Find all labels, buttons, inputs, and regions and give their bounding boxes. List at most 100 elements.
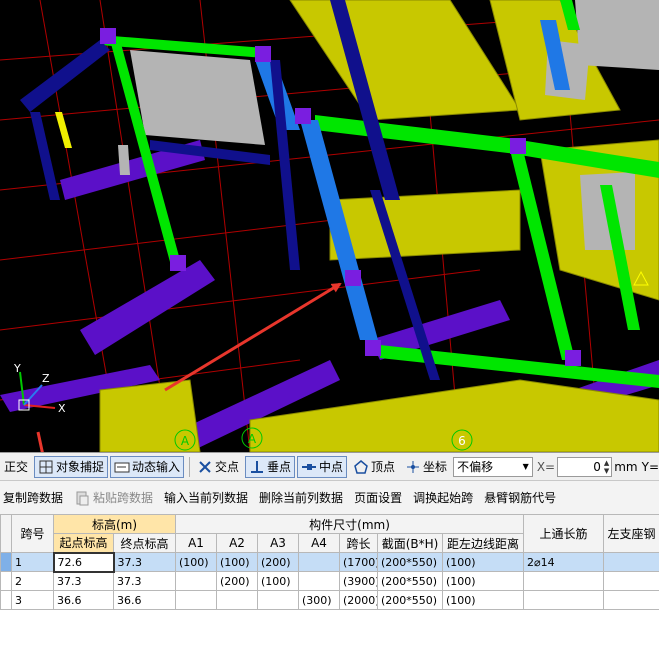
x-coordinate-label: X= xyxy=(536,459,556,474)
3d-viewport[interactable]: A A 6 Y X Z xyxy=(0,0,659,452)
span-data-table: 跨号 标高(m) 构件尺寸(mm) 上通长筋 左支座钢 起点标高 终点标高 A1… xyxy=(0,514,659,610)
column-header[interactable]: 距左边线距离 xyxy=(441,533,525,553)
row-indicator[interactable] xyxy=(0,552,12,572)
table-row[interactable]: 1 72.6 37.3 (100) (100) (200) (1700) (20… xyxy=(0,551,659,573)
perpendicular-snap[interactable]: 垂点 xyxy=(245,455,296,478)
page-setup-button[interactable]: 页面设置 xyxy=(351,489,405,506)
column-header[interactable]: A4 xyxy=(298,533,340,553)
paste-span-button[interactable]: 粘贴跨数据 xyxy=(71,489,156,506)
end-elevation-cell[interactable]: 37.3 xyxy=(113,571,176,591)
a1-cell[interactable] xyxy=(175,590,217,610)
section-cell[interactable]: (200*550) xyxy=(377,552,443,572)
a2-cell[interactable] xyxy=(216,590,258,610)
span-length-cell[interactable]: (1700) xyxy=(339,552,378,572)
start-elevation-cell[interactable]: 37.3 xyxy=(53,571,114,591)
top-rebar-cell[interactable]: 2⌀14 xyxy=(523,552,605,572)
delete-column-label: 删除当前列数据 xyxy=(259,491,344,505)
vertex-snap[interactable]: 顶点 xyxy=(349,456,399,478)
section-cell[interactable]: (200*550) xyxy=(377,571,443,591)
row-indicator[interactable] xyxy=(0,571,12,591)
column-header[interactable]: 终点标高 xyxy=(113,533,176,553)
spinner-icon[interactable]: ▲ ▼ xyxy=(604,459,609,475)
dynamic-input-toggle[interactable]: 动态输入 xyxy=(110,455,185,478)
top-rebar-cell[interactable] xyxy=(523,571,605,591)
cantilever-code-label: 悬臂钢筋代号 xyxy=(484,491,557,505)
input-column-label: 输入当前列数据 xyxy=(164,491,249,505)
grid-marker-a1: A xyxy=(181,434,190,448)
a4-cell[interactable]: (300) xyxy=(298,590,340,610)
a3-cell[interactable] xyxy=(257,590,299,610)
object-snap-label: 对象捕捉 xyxy=(56,460,105,474)
axis-label-y: Y xyxy=(13,362,21,375)
start-elevation-cell[interactable]: 36.6 xyxy=(53,590,114,610)
span-number-cell[interactable]: 1 xyxy=(11,552,54,572)
perpendicular-icon xyxy=(251,460,263,473)
span-length-cell[interactable]: (2000) xyxy=(339,590,378,610)
end-elevation-cell[interactable]: 36.6 xyxy=(113,590,176,610)
model-canvas[interactable]: A A 6 Y X Z xyxy=(0,0,659,452)
left-distance-cell[interactable]: (100) xyxy=(441,552,525,572)
column-header[interactable]: A2 xyxy=(216,533,258,553)
column-header[interactable]: 跨长 xyxy=(339,533,378,553)
vertex-icon xyxy=(354,459,368,474)
start-elevation-cell[interactable]: 72.6 xyxy=(52,551,115,573)
coordinate-icon xyxy=(407,460,420,473)
x-unit-label: mm xyxy=(614,459,638,474)
a1-cell[interactable]: (100) xyxy=(175,552,217,572)
x-coordinate-input[interactable]: 0 ▲ ▼ xyxy=(557,456,613,477)
a3-cell[interactable]: (200) xyxy=(257,552,299,572)
object-snap-toggle[interactable]: 对象捕捉 xyxy=(34,455,109,478)
adjust-start-span-button[interactable]: 调换起始跨 xyxy=(410,489,476,506)
paste-icon xyxy=(76,491,89,505)
a4-cell[interactable] xyxy=(298,571,340,591)
ortho-toggle[interactable]: 正交 xyxy=(0,456,32,478)
column-header[interactable]: A3 xyxy=(257,533,299,553)
span-number-cell[interactable]: 2 xyxy=(11,571,54,591)
object-snap-icon xyxy=(39,460,53,473)
span-number-header: 跨号 xyxy=(11,514,54,553)
intersection-snap[interactable]: 交点 xyxy=(193,456,243,478)
table-row[interactable]: 3 36.6 36.6 (300) (2000) (200*550) (100) xyxy=(0,590,659,610)
end-elevation-cell[interactable]: 37.3 xyxy=(113,552,176,572)
a4-cell[interactable] xyxy=(298,552,340,572)
span-number-cell[interactable]: 3 xyxy=(11,590,54,610)
a2-cell[interactable]: (200) xyxy=(216,571,258,591)
table-row[interactable]: 2 37.3 37.3 (200) (100) (3900) (200*550)… xyxy=(0,571,659,591)
span-data-toolbar: 复制跨数据 粘贴跨数据 输入当前列数据 删除当前列数据 页面设置 调换起始跨 悬… xyxy=(0,481,659,514)
coordinate-label: 坐标 xyxy=(423,460,448,474)
a2-cell[interactable]: (100) xyxy=(216,552,258,572)
row-indicator[interactable] xyxy=(0,590,12,610)
left-support-cell[interactable] xyxy=(603,552,659,572)
axis-label-x: X xyxy=(58,402,66,415)
section-cell[interactable]: (200*550) xyxy=(377,590,443,610)
slab-accent xyxy=(55,112,72,148)
coordinate-snap[interactable]: 坐标 xyxy=(401,456,451,478)
y-coordinate-label: Y= xyxy=(641,459,659,474)
column-header[interactable]: 截面(B*H) xyxy=(377,533,443,553)
left-distance-cell[interactable]: (100) xyxy=(441,571,525,591)
left-support-cell[interactable] xyxy=(603,590,659,610)
offset-mode-select[interactable]: 不偏移 ▼ xyxy=(453,456,533,477)
midpoint-label: 中点 xyxy=(319,460,344,474)
column-header[interactable]: 起点标高 xyxy=(53,533,114,553)
a1-cell[interactable] xyxy=(175,571,217,591)
midpoint-icon xyxy=(302,463,317,470)
cantilever-code-button[interactable]: 悬臂钢筋代号 xyxy=(481,489,559,506)
left-distance-cell[interactable]: (100) xyxy=(441,590,525,610)
page-setup-label: 页面设置 xyxy=(354,491,403,505)
a3-cell[interactable]: (100) xyxy=(257,571,299,591)
delete-column-button[interactable]: 删除当前列数据 xyxy=(256,489,346,506)
paste-span-label: 粘贴跨数据 xyxy=(93,491,154,505)
left-support-cell[interactable] xyxy=(603,571,659,591)
axis-label-z: Z xyxy=(42,372,50,385)
top-rebar-cell[interactable] xyxy=(523,590,605,610)
left-support-header: 左支座钢 xyxy=(603,514,659,553)
span-length-cell[interactable]: (3900) xyxy=(339,571,378,591)
vertex-label: 顶点 xyxy=(371,460,396,474)
intersection-label: 交点 xyxy=(214,460,239,474)
input-column-button[interactable]: 输入当前列数据 xyxy=(161,489,251,506)
copy-span-button[interactable]: 复制跨数据 xyxy=(0,489,66,506)
midpoint-snap[interactable]: 中点 xyxy=(297,455,348,478)
table-corner xyxy=(0,514,12,553)
column-header[interactable]: A1 xyxy=(175,533,217,553)
